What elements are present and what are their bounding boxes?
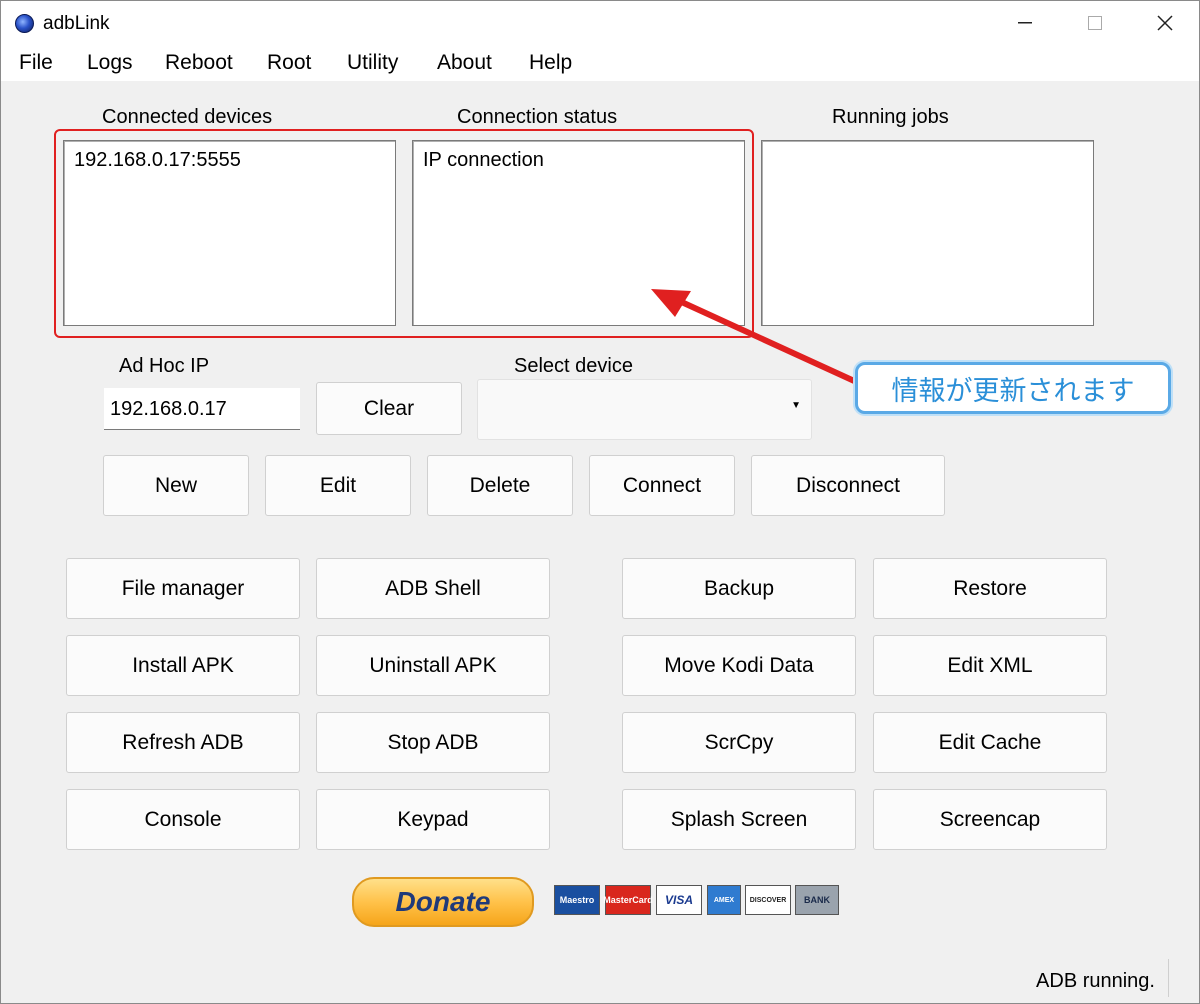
- new-device-button[interactable]: New: [103, 455, 249, 516]
- menu-reboot[interactable]: Reboot: [165, 51, 233, 75]
- maestro-card-icon: Maestro: [554, 885, 600, 915]
- edit-device-button[interactable]: Edit: [265, 455, 411, 516]
- connected-devices-label: Connected devices: [102, 106, 273, 128]
- adhoc-ip-label: Ad Hoc IP: [119, 355, 210, 377]
- adhoc-ip-input[interactable]: 192.168.0.17: [104, 388, 300, 430]
- connection-status-label: Connection status: [457, 106, 618, 128]
- amex-card-icon: AMEX: [707, 885, 741, 915]
- mastercard-icon: MasterCard: [603, 885, 653, 915]
- bank-icon: BANK: [795, 885, 839, 915]
- stop-adb-button[interactable]: Stop ADB: [316, 712, 550, 773]
- delete-device-button[interactable]: Delete: [427, 455, 573, 516]
- adb-shell-button[interactable]: ADB Shell: [316, 558, 550, 619]
- keypad-button[interactable]: Keypad: [316, 789, 550, 850]
- uninstall-apk-button[interactable]: Uninstall APK: [316, 635, 550, 696]
- main-panel: Connected devices Connection status Runn…: [1, 81, 1199, 1003]
- file-manager-button[interactable]: File manager: [66, 558, 300, 619]
- connect-button[interactable]: Connect: [589, 455, 735, 516]
- edit-cache-button[interactable]: Edit Cache: [873, 712, 1107, 773]
- screencap-button[interactable]: Screencap: [873, 789, 1107, 850]
- install-apk-button[interactable]: Install APK: [66, 635, 300, 696]
- visa-card-icon: VISA: [656, 885, 702, 915]
- app-window: adbLink File Logs Reboot Root Utility Ab…: [0, 0, 1200, 1004]
- close-icon[interactable]: [1143, 7, 1187, 39]
- splash-screen-button[interactable]: Splash Screen: [622, 789, 856, 850]
- edit-xml-button[interactable]: Edit XML: [873, 635, 1107, 696]
- donate-button[interactable]: Donate: [352, 877, 534, 927]
- select-device-label: Select device: [514, 355, 633, 377]
- restore-button[interactable]: Restore: [873, 558, 1107, 619]
- minimize-icon[interactable]: [1003, 7, 1047, 39]
- discover-card-icon: DISCOVER: [745, 885, 791, 915]
- app-logo-icon: [15, 14, 34, 33]
- disconnect-button[interactable]: Disconnect: [751, 455, 945, 516]
- scrcpy-button[interactable]: ScrCpy: [622, 712, 856, 773]
- menu-file[interactable]: File: [19, 51, 53, 75]
- annotation-callout: 情報が更新されます: [855, 362, 1171, 414]
- menu-about[interactable]: About: [437, 51, 492, 75]
- menu-logs[interactable]: Logs: [87, 51, 133, 75]
- maximize-icon[interactable]: [1073, 7, 1117, 39]
- backup-button[interactable]: Backup: [622, 558, 856, 619]
- statusbar-divider: [1168, 959, 1169, 997]
- refresh-adb-button[interactable]: Refresh ADB: [66, 712, 300, 773]
- console-button[interactable]: Console: [66, 789, 300, 850]
- menu-help[interactable]: Help: [529, 51, 572, 75]
- window-title: adbLink: [43, 13, 110, 34]
- chevron-down-icon: ▼: [791, 400, 801, 411]
- menu-utility[interactable]: Utility: [347, 51, 398, 75]
- select-device-dropdown[interactable]: ▼: [477, 379, 812, 440]
- status-text: ADB running.: [1036, 970, 1155, 992]
- clear-button[interactable]: Clear: [316, 382, 462, 435]
- menu-bar: File Logs Reboot Root Utility About Help: [1, 45, 1199, 81]
- menu-root[interactable]: Root: [267, 51, 311, 75]
- running-jobs-label: Running jobs: [832, 106, 949, 128]
- title-bar[interactable]: adbLink: [1, 1, 1199, 45]
- move-kodi-data-button[interactable]: Move Kodi Data: [622, 635, 856, 696]
